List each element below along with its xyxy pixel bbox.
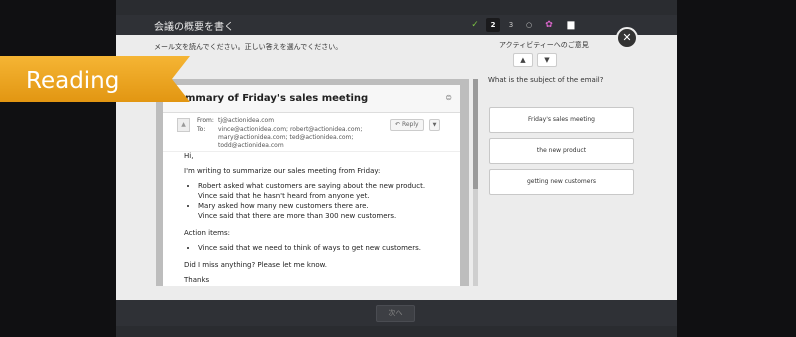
signoff: Thanks	[184, 276, 210, 284]
email-intro: I'm writing to summarize our sales meeti…	[184, 167, 381, 175]
close-button[interactable]: ✕	[616, 27, 638, 49]
action-items-label: Action items:	[184, 229, 230, 237]
thumbs-down-button[interactable]: ▼	[537, 53, 557, 67]
email-greeting: Hi,	[184, 152, 194, 160]
question-prompt: What is the subject of the email?	[488, 76, 604, 84]
summary-list: Robert asked what customers are saying a…	[184, 181, 444, 221]
from-label: From:	[197, 117, 214, 124]
feedback-label: アクティビティーへのご意見	[499, 41, 589, 49]
to-label: To:	[197, 126, 206, 133]
step-indicator: ✓ 2 3 ○ ✿ ▆	[468, 18, 580, 32]
summary-line: Mary asked how many new customers there …	[198, 202, 369, 210]
email-scrollbar[interactable]	[473, 79, 478, 286]
email-window: mmary of Friday's sales meeting ⊜ ▲ From…	[156, 79, 469, 286]
reply-label: Reply	[401, 121, 419, 128]
answer-option[interactable]: the new product	[489, 138, 634, 164]
action-item: Vince said that we need to think of ways…	[198, 243, 444, 253]
activity-footer: 次へ	[116, 300, 677, 326]
left-margin	[0, 0, 116, 337]
closing-question: Did I miss anything? Please let me know.	[184, 261, 327, 269]
thumbs-up-button[interactable]: ▲	[513, 53, 533, 67]
summary-item: Robert asked what customers are saying a…	[198, 181, 444, 201]
summary-line: Vince said that he hasn't heard from any…	[198, 192, 370, 200]
to-value: vince@actionidea.com; robert@actionidea.…	[218, 126, 363, 149]
email-meta: ▲ From: tj@actionidea.com To: vince@acti…	[163, 113, 460, 152]
instructions: メール文を読んでください。正しい答えを選んでください。	[154, 43, 343, 51]
step-2[interactable]: 2	[486, 18, 500, 32]
sender-avatar-icon: ▲	[177, 118, 190, 132]
summary-item: Mary asked how many new customers there …	[198, 201, 444, 221]
right-margin	[677, 0, 796, 337]
scrollbar-thumb[interactable]	[473, 79, 478, 189]
summary-line: Vince said that there are more than 300 …	[198, 212, 397, 220]
reading-ribbon: Reading	[0, 56, 190, 102]
lotus-icon[interactable]: ✿	[540, 18, 558, 32]
from-value: tj@actionidea.com	[218, 117, 275, 124]
activity-title: 会議の概要を書く	[154, 22, 234, 33]
action-items-list: Vince said that we need to think of ways…	[184, 243, 444, 253]
activity-panel: メール文を読んでください。正しい答えを選んでください。 アクティビティーへのご意…	[116, 27, 677, 300]
email-body: Hi, I'm writing to summarize our sales m…	[184, 151, 444, 290]
step-complete-check-icon[interactable]: ✓	[468, 18, 482, 32]
answer-option[interactable]: getting new customers	[489, 169, 634, 195]
chat-bubble-icon[interactable]: ▆	[562, 18, 580, 32]
answer-option[interactable]: Friday's sales meeting	[489, 107, 634, 133]
next-button[interactable]: 次へ	[376, 305, 415, 322]
email-header: mmary of Friday's sales meeting ⊜	[163, 85, 460, 113]
reply-arrow-icon: ↶	[395, 121, 402, 128]
reply-button[interactable]: ↶ Reply	[390, 119, 424, 131]
print-icon[interactable]: ⊜	[445, 93, 452, 102]
ribbon-label: Reading	[26, 68, 119, 94]
reply-dropdown-icon[interactable]: ▼	[429, 119, 440, 131]
activity-header: 会議の概要を書く ✓ 2 3 ○ ✿ ▆	[116, 15, 677, 35]
email-subject: mmary of Friday's sales meeting	[185, 93, 369, 104]
feedback-buttons: ▲ ▼	[513, 53, 557, 67]
step-4[interactable]: ○	[522, 18, 536, 32]
summary-line: Robert asked what customers are saying a…	[198, 182, 426, 190]
step-3[interactable]: 3	[504, 18, 518, 32]
